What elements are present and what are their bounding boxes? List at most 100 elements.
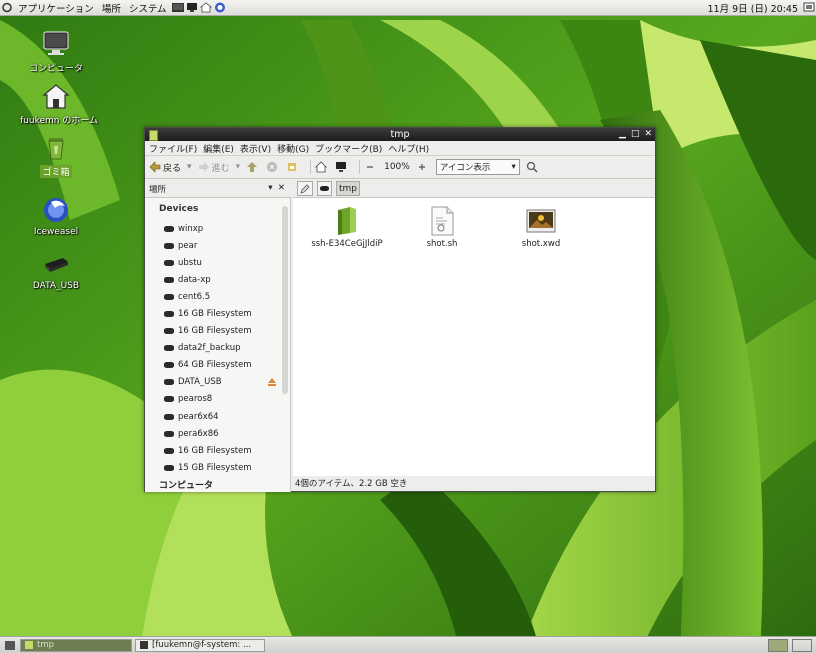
zoom-level[interactable]: 100% bbox=[384, 162, 410, 172]
sidebar-device-item[interactable]: ubstu bbox=[145, 254, 290, 271]
sidebar-device-item[interactable]: data-xp bbox=[145, 271, 290, 288]
drive-icon bbox=[164, 328, 174, 335]
zoom-in-icon bbox=[416, 161, 428, 173]
zoom-out-icon bbox=[364, 161, 376, 173]
desktop-icon-data-usb[interactable]: DATA_USB bbox=[18, 250, 94, 291]
terminal-launcher-icon[interactable] bbox=[171, 2, 184, 13]
up-button[interactable] bbox=[246, 161, 260, 173]
menu-bookmarks[interactable]: ブックマーク(B) bbox=[315, 142, 382, 155]
pathbar-toggle-button[interactable] bbox=[297, 181, 313, 196]
sidebar-device-item[interactable]: cent6.5 bbox=[145, 288, 290, 305]
sidebar-device-label: DATA_USB bbox=[178, 377, 222, 388]
back-button[interactable]: 戻る ▾ bbox=[149, 161, 192, 174]
applications-menu[interactable]: アプリケーション bbox=[14, 1, 98, 15]
forward-history-dropdown-icon[interactable]: ▾ bbox=[236, 162, 241, 172]
file-name: shot.xwd bbox=[521, 239, 561, 249]
maximize-icon[interactable]: □ bbox=[631, 128, 640, 141]
image-file-icon bbox=[526, 209, 556, 233]
menu-go[interactable]: 移動(G) bbox=[277, 142, 309, 155]
sidebar-device-item[interactable]: 16 GB Filesystem bbox=[145, 323, 290, 340]
file-item[interactable]: shot.xwd bbox=[500, 206, 582, 249]
desktop-icon-computer[interactable]: コンピュータ bbox=[18, 30, 94, 74]
desktop-icon-trash[interactable]: ゴミ箱 bbox=[18, 134, 94, 178]
sidebar-device-item[interactable]: DATA_USB bbox=[145, 374, 290, 391]
minimize-icon[interactable]: ▁ bbox=[619, 128, 626, 141]
workspace-1[interactable] bbox=[768, 638, 788, 652]
sidebar-device-item[interactable]: 16 GB Filesystem bbox=[145, 442, 290, 459]
search-button[interactable] bbox=[526, 161, 540, 173]
drive-icon bbox=[164, 225, 174, 232]
sidebar-device-item[interactable]: 16 GB Filesystem bbox=[145, 305, 290, 322]
drive-icon bbox=[164, 379, 174, 386]
sidebar-device-label: 15 GB Filesystem bbox=[178, 462, 252, 473]
session-icon[interactable] bbox=[803, 2, 815, 13]
drive-icon bbox=[164, 242, 174, 249]
reload-icon bbox=[286, 161, 298, 173]
web-browser-launcher-icon[interactable] bbox=[214, 2, 226, 13]
reload-button[interactable] bbox=[286, 161, 300, 173]
file-view[interactable]: ssh-E34CeGjJldiP shot.sh shot.xwd bbox=[293, 197, 655, 476]
desktop-icon-home[interactable]: fuukemn のホーム bbox=[18, 82, 98, 126]
menu-edit[interactable]: 編集(E) bbox=[203, 142, 234, 155]
folder-icon bbox=[25, 641, 33, 649]
pathbar-root-button[interactable] bbox=[317, 181, 332, 196]
taskbar-item-label: tmp bbox=[37, 640, 55, 650]
computer-button[interactable] bbox=[335, 161, 349, 173]
chevron-down-icon: ▾ bbox=[511, 162, 516, 172]
stop-button[interactable] bbox=[266, 161, 280, 173]
monitor-launcher-icon[interactable] bbox=[186, 2, 198, 13]
file-name: shot.sh bbox=[426, 239, 458, 249]
taskbar-item-tmp[interactable]: tmp bbox=[20, 638, 132, 652]
back-arrow-icon bbox=[149, 161, 161, 173]
drive-icon bbox=[320, 186, 329, 191]
top-panel: アプリケーション 場所 システム 11月 9日 (日) 20:45 bbox=[0, 0, 816, 16]
drive-icon bbox=[164, 293, 174, 300]
home-button[interactable] bbox=[315, 161, 329, 173]
sidebar-close-icon[interactable]: ✕ bbox=[278, 183, 285, 193]
desktop-icon-label: DATA_USB bbox=[32, 281, 80, 291]
system-menu[interactable]: システム bbox=[125, 1, 171, 15]
menu-help[interactable]: ヘルプ(H) bbox=[388, 142, 429, 155]
status-bar: 4個のアイテム、2.2 GB 空き bbox=[295, 479, 408, 489]
home-launcher-icon[interactable] bbox=[199, 2, 212, 13]
window-titlebar[interactable]: tmp ▁ □ ✕ bbox=[145, 128, 655, 141]
sidebar-places-label[interactable]: 場所 bbox=[149, 183, 166, 195]
menu-file[interactable]: ファイル(F) bbox=[149, 142, 197, 155]
back-label: 戻る bbox=[163, 163, 182, 174]
drive-icon bbox=[164, 311, 174, 318]
toolbar-separator bbox=[310, 160, 312, 174]
sidebar-device-label: winxp bbox=[178, 223, 204, 234]
sidebar-device-item[interactable]: pearos8 bbox=[145, 391, 290, 408]
file-item[interactable]: ssh-E34CeGjJldiP bbox=[306, 206, 388, 249]
taskbar-item-terminal[interactable]: [fuukemn@f-system: ... bbox=[135, 638, 265, 652]
pathbar-current-folder[interactable]: tmp bbox=[336, 181, 361, 196]
sidebar-device-label: ubstu bbox=[178, 257, 202, 268]
sidebar-device-item[interactable]: pear bbox=[145, 237, 290, 254]
close-icon[interactable]: ✕ bbox=[644, 128, 652, 141]
places-menu[interactable]: 場所 bbox=[98, 1, 125, 15]
forward-label: 進む bbox=[211, 163, 230, 174]
sidebar-device-item[interactable]: data2f_backup bbox=[145, 340, 290, 357]
eject-icon[interactable] bbox=[268, 377, 276, 386]
sidebar-device-item[interactable]: pear6x64 bbox=[145, 408, 290, 425]
sidebar-device-item[interactable]: 15 GB Filesystem bbox=[145, 459, 290, 476]
sidebar-scrollbar[interactable] bbox=[282, 206, 288, 394]
show-desktop-icon[interactable] bbox=[5, 640, 15, 650]
device-list: winxp pear ubstu data-xp cent6.5 16 GB Filesy… bbox=[145, 220, 290, 476]
zoom-in-button[interactable] bbox=[416, 161, 430, 173]
forward-button[interactable]: 進む ▾ bbox=[198, 161, 241, 174]
zoom-out-button[interactable] bbox=[364, 161, 378, 173]
file-item[interactable]: shot.sh bbox=[401, 206, 483, 249]
sidebar-device-item[interactable]: 64 GB Filesystem bbox=[145, 357, 290, 374]
drive-icon bbox=[164, 447, 174, 454]
desktop-icon-iceweasel[interactable]: Iceweasel bbox=[18, 196, 94, 237]
sidebar-device-item[interactable]: winxp bbox=[145, 220, 290, 237]
view-mode-select[interactable]: アイコン表示 ▾ bbox=[435, 159, 520, 175]
back-history-dropdown-icon[interactable]: ▾ bbox=[187, 162, 192, 172]
sidebar-dropdown-icon[interactable]: ▾ bbox=[268, 183, 272, 193]
sidebar-device-item[interactable]: pera6x86 bbox=[145, 425, 290, 442]
clock[interactable]: 11月 9日 (日) 20:45 bbox=[704, 1, 802, 15]
workspace-2[interactable] bbox=[792, 638, 812, 652]
menu-view[interactable]: 表示(V) bbox=[240, 142, 271, 155]
sidebar-device-label: 16 GB Filesystem bbox=[178, 309, 252, 320]
